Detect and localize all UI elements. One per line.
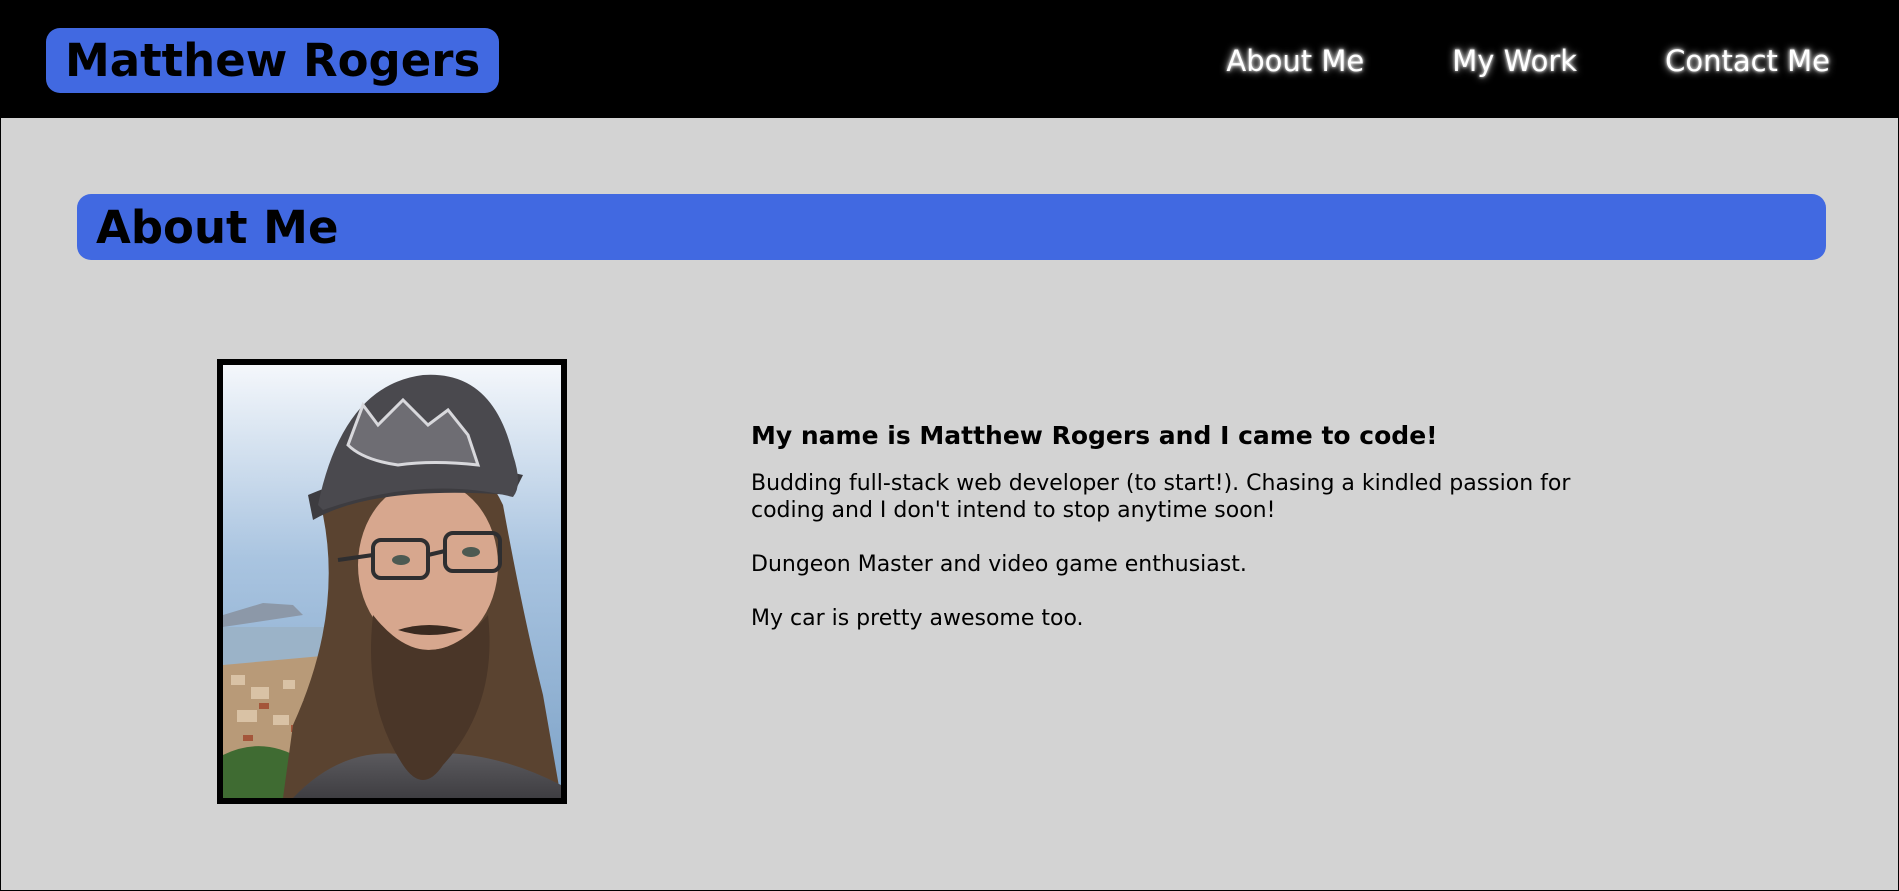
- bio-intro: My name is Matthew Rogers and I came to …: [751, 421, 1438, 450]
- section-heading-bar: About Me: [77, 194, 1826, 260]
- profile-photo: [217, 359, 567, 804]
- nav-link-my-work[interactable]: My Work: [1452, 41, 1577, 81]
- section-heading: About Me: [96, 201, 339, 254]
- site-header: Matthew Rogers About Me My Work Contact …: [1, 1, 1898, 118]
- nav-link-contact-me[interactable]: Contact Me: [1665, 41, 1830, 81]
- nav-link-about-me[interactable]: About Me: [1226, 41, 1364, 81]
- bio-paragraph-car: My car is pretty awesome too.: [751, 606, 1084, 631]
- bio-paragraph-hobbies: Dungeon Master and video game enthusiast…: [751, 552, 1247, 577]
- bio: My name is Matthew Rogers and I came to …: [751, 419, 1631, 659]
- bio-paragraph-developer: Budding full-stack web developer (to sta…: [751, 471, 1571, 523]
- page: Matthew Rogers About Me My Work Contact …: [0, 0, 1899, 891]
- site-title[interactable]: Matthew Rogers: [46, 28, 500, 93]
- main-nav: About Me My Work Contact Me: [1138, 41, 1830, 81]
